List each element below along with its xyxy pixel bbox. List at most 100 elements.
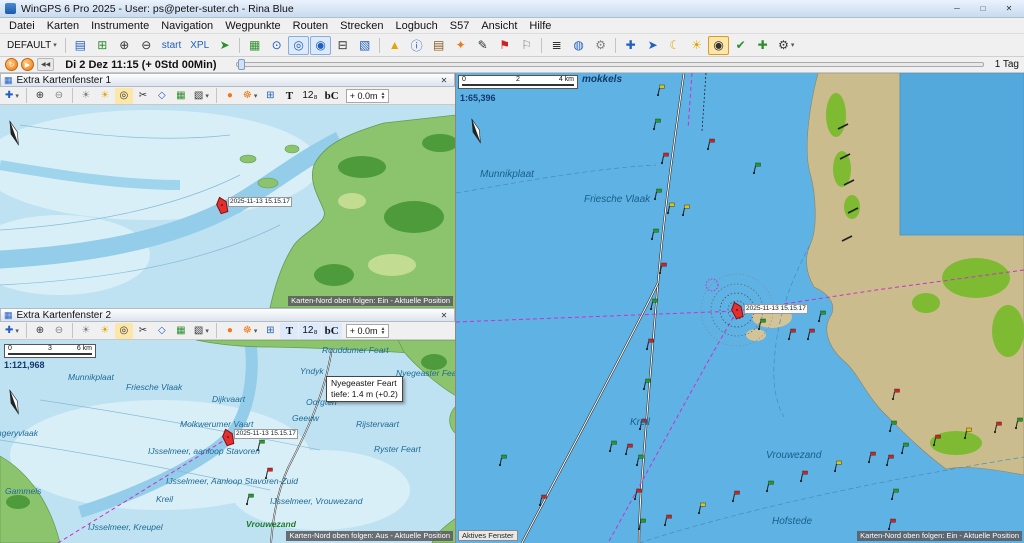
skip-start-button[interactable]: ◀◀ [37,58,54,71]
print-button[interactable]: ≣ [546,36,567,55]
panel1-close-button[interactable]: ✕ [437,76,451,85]
altitude-spinner[interactable]: + 0.0m ▲▼ [346,89,390,103]
menu-item-hilfe[interactable]: Hilfe [523,20,557,32]
edit-nodes-button[interactable]: ◇ [153,323,171,339]
overlay-button[interactable]: ▧ [354,36,375,55]
pan-button[interactable]: ✚ [2,323,22,339]
gps-center-button[interactable]: ◉ [708,36,729,55]
grid-button[interactable]: ▦ [172,323,190,339]
panel1-header[interactable]: ▦ Extra Kartenfenster 1 ✕ [0,73,455,87]
minimize-button[interactable]: ─ [947,2,967,15]
notes-button[interactable]: ✎ [472,36,493,55]
compass-rose-button[interactable]: ☸ [240,323,260,339]
menu-item-routen[interactable]: Routen [287,20,334,32]
light-off-button[interactable]: ☀ [77,323,95,339]
menu-item-instrumente[interactable]: Instrumente [85,20,155,32]
spin-down-icon[interactable]: ▼ [380,96,385,100]
instruments-button[interactable]: ⊙ [266,36,287,55]
zoom-out-button[interactable]: ⊖ [50,88,68,104]
time-slider-thumb[interactable] [238,59,245,70]
panel2-map[interactable]: Rouddumer FeartYndykMunnikplaatFluessenF… [0,340,455,543]
maximize-button[interactable]: □ [973,2,993,15]
compass-button[interactable]: ◎ [288,36,309,55]
scissors-button[interactable]: ✂ [134,88,152,104]
center-ship-button[interactable]: ◉ [310,36,331,55]
time-slider[interactable] [236,62,984,67]
text-toggle-button[interactable]: T [280,88,298,104]
logbook-button[interactable]: ▤ [428,36,449,55]
text-toggle-button[interactable]: T [280,323,298,339]
compass-rose-button[interactable]: ☸ [240,88,260,104]
menu-item-wegpunkte[interactable]: Wegpunkte [219,20,286,32]
white-flag-button[interactable]: ⚐ [516,36,537,55]
alarm-button[interactable]: ▲ [384,36,405,55]
chart-overview-button[interactable]: ⊞ [92,36,113,55]
center-position-button[interactable]: ● [221,88,239,104]
zoom-out-button[interactable]: ⊖ [50,323,68,339]
follow-target-button[interactable]: ◎ [115,88,133,104]
menu-item-s57[interactable]: S57 [444,20,476,32]
panel2-header[interactable]: ▦ Extra Kartenfenster 2 ✕ [0,308,455,322]
info-button[interactable]: ⓘ [406,36,427,55]
minimize-icon: ─ [954,4,960,13]
depth-toggle-button[interactable]: bC [322,88,342,104]
zoom-in-button[interactable]: ⊕ [31,323,49,339]
night-mode-button[interactable]: ☾ [664,36,685,55]
layers-button[interactable]: ▧ [191,323,212,339]
light-off-button[interactable]: ☀ [77,88,95,104]
menu-item-ansicht[interactable]: Ansicht [475,20,523,32]
altitude-spinner[interactable]: + 0.0m ▲▼ [346,324,390,338]
main-chart-window[interactable]: mokkelsMunnikplaatFriesche VlaakKreilVro… [456,73,1024,543]
start-button[interactable]: start [158,36,185,55]
center-position-button[interactable]: ● [221,323,239,339]
menu-item-navigation[interactable]: Navigation [155,20,219,32]
play-time-button[interactable]: ▶ [21,58,34,71]
pan-button[interactable]: ✚ [2,88,22,104]
light-on-icon: ☀ [100,90,109,101]
north-up-button[interactable]: ⊞ [261,88,279,104]
follow-target-icon: ◎ [120,325,129,336]
menu-item-logbuch[interactable]: Logbuch [390,20,444,32]
panel2-close-button[interactable]: ✕ [437,311,451,320]
tools-button[interactable]: ⚙ [590,36,611,55]
close-button[interactable]: ✕ [999,2,1019,15]
follow-route-button[interactable]: ➤ [214,36,235,55]
menu-item-datei[interactable]: Datei [3,20,41,32]
spin-down-icon[interactable]: ▼ [380,331,385,335]
light-on-button[interactable]: ☀ [96,323,114,339]
new-route-button[interactable]: ▤ [70,36,91,55]
north-up-button[interactable]: ⊞ [261,323,279,339]
split-view-button[interactable]: ⊟ [332,36,353,55]
settings-button[interactable]: ⚙ [774,36,798,55]
red-flag-button[interactable]: ⚑ [494,36,515,55]
follow-target-button[interactable]: ◎ [115,323,133,339]
layers-button[interactable]: ▧ [191,88,212,104]
menu-item-karten[interactable]: Karten [41,20,85,32]
grid-button[interactable]: ▦ [172,88,190,104]
fontsize-toggle-button[interactable]: 12₈ [299,323,320,339]
panel1-map[interactable]: 2025-11-13 15.15.17 Karten-Nord oben fol… [0,105,455,308]
ship-position-label: 2025-11-13 15.15.17 [234,429,298,439]
globe-button[interactable]: ◍ [568,36,589,55]
depth-toggle-button[interactable]: bC [322,323,342,339]
zoom-in-button[interactable]: ⊕ [31,88,49,104]
zoom-out-button[interactable]: ⊖ [136,36,157,55]
backlight-button[interactable]: ☀ [686,36,707,55]
xpl-button[interactable]: XPL [186,36,213,55]
pan-tool-button[interactable]: ✚ [620,36,641,55]
scissors-button[interactable]: ✂ [134,323,152,339]
sync-time-button[interactable]: ↻ [5,58,18,71]
light-on-button[interactable]: ☀ [96,88,114,104]
add-waypoint-button[interactable]: ✚ [752,36,773,55]
almanac-button[interactable]: ✦ [450,36,471,55]
chart-scale-label: 1:65,396 [460,93,496,103]
fontsize-toggle-button[interactable]: 12₈ [299,88,320,104]
track-button[interactable]: ➤ [642,36,663,55]
confirm-button[interactable]: ✔ [730,36,751,55]
zoom-in-button[interactable]: ⊕ [114,36,135,55]
edit-nodes-button[interactable]: ◇ [153,88,171,104]
scissors-icon: ✂ [139,325,147,336]
chart-manager-button[interactable]: ▦ [244,36,265,55]
menu-item-strecken[interactable]: Strecken [334,20,389,32]
profile-select[interactable]: DEFAULT [3,36,61,55]
